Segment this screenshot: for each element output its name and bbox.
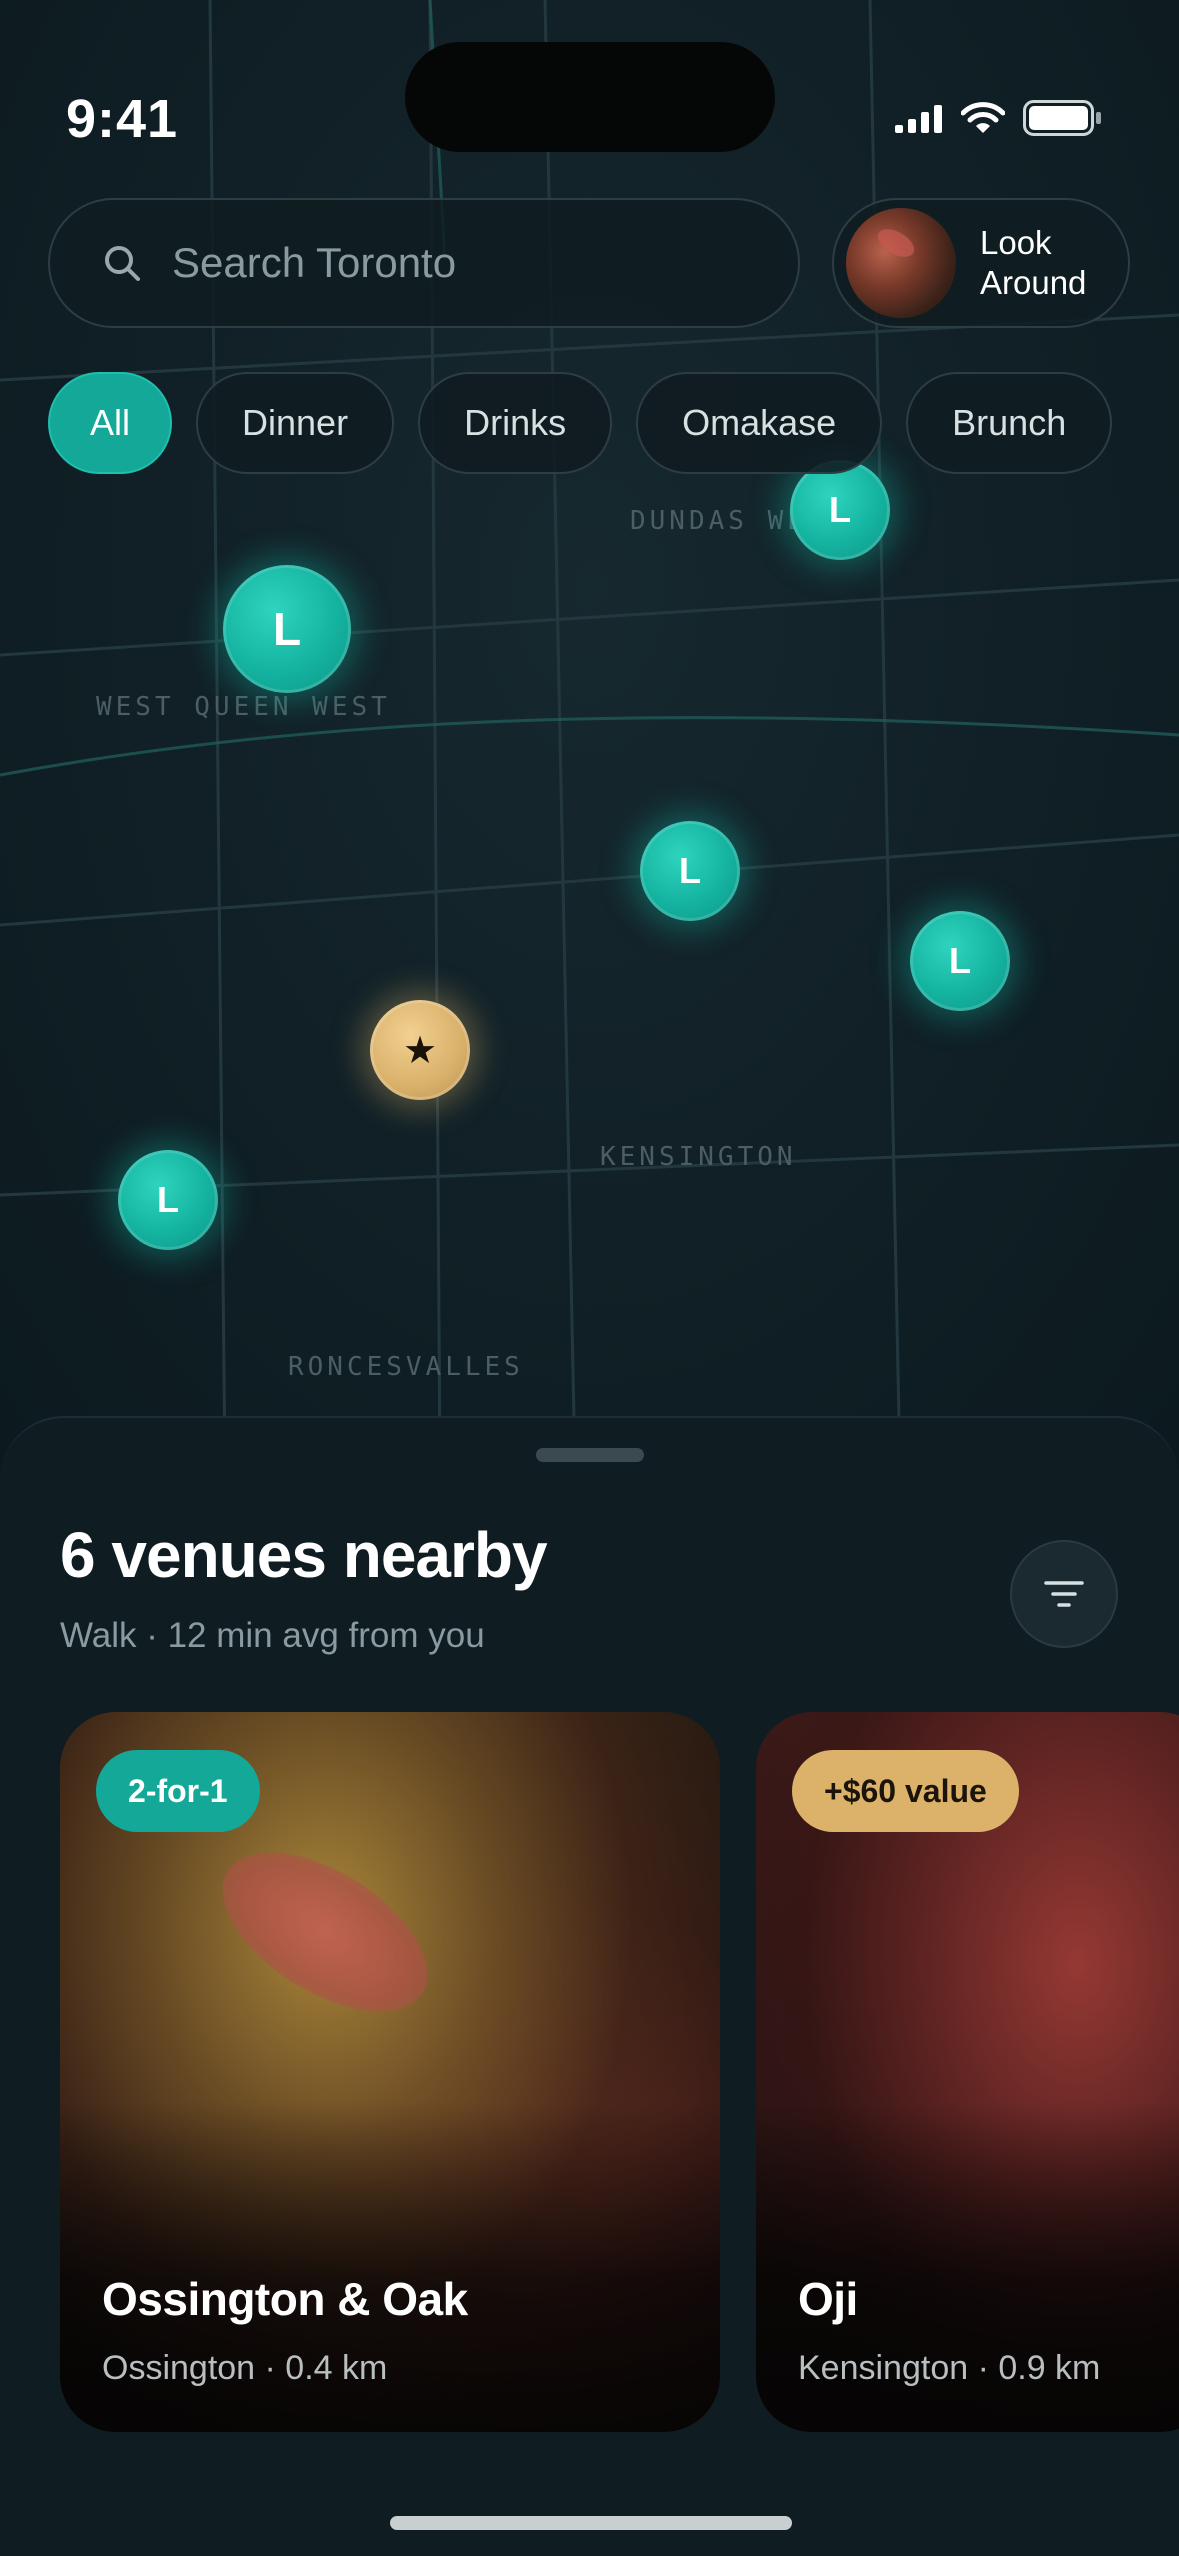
chip-dinner[interactable]: Dinner — [196, 372, 395, 474]
venue-pin[interactable]: L — [790, 460, 890, 560]
status-time: 9:41 — [66, 89, 179, 149]
venue-card[interactable]: 2-for-1 Ossington & Oak Ossington · 0.4 … — [60, 1712, 720, 2432]
venue-meta: Ossington · 0.4 km — [102, 2349, 388, 2387]
chip-all[interactable]: All — [48, 372, 173, 474]
map-label-roncesvalles: RONCESVALLES — [288, 1352, 524, 1382]
map-label-kensington: KENSINGTON — [600, 1142, 797, 1172]
look-around-label: Look Around — [980, 223, 1086, 303]
venue-pin[interactable]: L — [640, 821, 740, 921]
status-icons — [895, 100, 1103, 136]
venue-photo-shape — [195, 1820, 455, 2044]
chip-omakase[interactable]: Omakase — [636, 372, 883, 474]
venue-pin[interactable]: L — [910, 911, 1010, 1011]
sheet-subtitle: Walk · 12 min avg from you — [60, 1616, 485, 1655]
filter-icon — [1044, 1581, 1084, 1607]
wifi-icon — [961, 102, 1005, 133]
search-icon — [105, 246, 140, 281]
look-around-button[interactable]: Look Around — [832, 198, 1130, 328]
look-around-label-line1: Look — [980, 224, 1052, 261]
sheet-grabber[interactable] — [536, 1448, 644, 1462]
search-bar[interactable]: Search Toronto — [48, 198, 800, 328]
category-filter-chips: All Dinner Drinks Omakase Brunch — [48, 372, 1113, 474]
offer-badge: 2-for-1 — [96, 1750, 260, 1832]
map-label-west-queen-west: WEST QUEEN WEST — [96, 692, 391, 722]
app-screen: DUNDAS WEST WEST QUEEN WEST KENSINGTON R… — [0, 0, 1179, 2556]
venue-meta: Kensington · 0.9 km — [798, 2349, 1101, 2387]
search-placeholder: Search Toronto — [172, 239, 457, 286]
venue-card[interactable]: +$60 value Oji Kensington · 0.9 km — [756, 1712, 1179, 2432]
offer-badge: +$60 value — [792, 1750, 1019, 1832]
featured-star-pin[interactable]: ★ — [370, 1000, 470, 1100]
battery-icon — [1023, 100, 1101, 136]
venue-name: Oji — [798, 2273, 858, 2325]
dynamic-island — [405, 42, 775, 152]
venue-name: Ossington & Oak — [102, 2273, 468, 2325]
venue-pin[interactable]: L — [223, 565, 351, 693]
cellular-signal-icon — [895, 105, 942, 133]
venue-pin[interactable]: L — [118, 1150, 218, 1250]
filter-button[interactable] — [1010, 1540, 1118, 1648]
home-indicator[interactable] — [390, 2516, 792, 2530]
look-around-label-line2: Around — [980, 264, 1087, 301]
chip-brunch[interactable]: Brunch — [906, 372, 1113, 474]
chip-drinks[interactable]: Drinks — [418, 372, 613, 474]
look-around-thumbnail — [846, 208, 956, 318]
sheet-title: 6 venues nearby — [60, 1519, 548, 1591]
